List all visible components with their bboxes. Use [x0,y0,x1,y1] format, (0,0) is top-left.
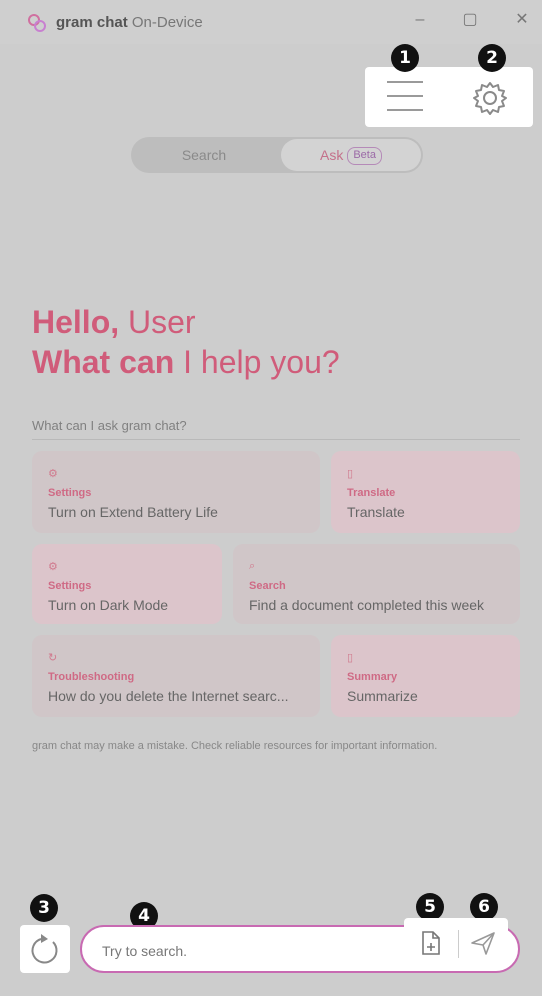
card-category: Summary [347,671,398,683]
card-text: Summarize [347,688,418,704]
document-icon: ▯ [347,652,354,664]
tab-search[interactable]: Search [131,137,277,173]
send-icon[interactable] [468,928,498,958]
card-category: Search [249,580,286,592]
card-text: Turn on Extend Battery Life [48,504,218,520]
card-category: Settings [48,487,92,499]
greeting-question: What can I help you? [32,344,340,380]
divider [32,439,520,440]
card-text: Turn on Dark Mode [48,597,169,613]
greeting-hello: Hello, User [32,304,196,340]
refresh-icon: ↻ [48,652,58,664]
minimize-icon[interactable]: – [406,8,434,32]
composer-actions [404,918,508,966]
app-logo-icon [28,14,46,32]
card-text: Find a document completed this week [249,597,485,613]
card-category: Translate [347,487,396,499]
suggestion-card[interactable]: ⌕ Search Find a document completed this … [233,544,520,624]
title-bar: gram chat On-Device – ▢ ✕ [0,0,542,44]
new-chat-button[interactable] [20,925,70,973]
hamburger-menu-icon[interactable] [387,81,423,115]
refresh-icon [31,934,58,964]
callout-badge-3: 3 [30,894,58,922]
document-icon: ▯ [347,468,354,480]
attach-file-icon[interactable] [416,928,446,958]
close-icon[interactable]: ✕ [508,8,536,32]
divider [458,930,459,958]
card-category: Settings [48,580,92,592]
suggestion-card[interactable]: ↻ Troubleshooting How do you delete the … [32,635,320,717]
suggestion-card[interactable]: ▯ Summary Summarize [331,635,520,717]
tab-ask-label: Ask [320,147,344,163]
gear-icon[interactable] [471,79,509,117]
suggestions-heading: What can I ask gram chat? [32,418,187,433]
beta-badge: Beta [347,147,382,166]
callout-badge-6: 6 [470,893,498,921]
search-input[interactable] [100,939,404,963]
mode-toggle: Search Ask Beta [131,137,423,173]
tab-ask[interactable]: Ask Beta [281,139,421,171]
suggestion-card[interactable]: ⚙ Settings Turn on Dark Mode [32,544,222,624]
gear-icon: ⚙ [48,561,58,573]
app-window: gram chat On-Device – ▢ ✕ 1 2 Search Ask… [0,0,542,996]
app-title: gram chat On-Device [56,14,203,31]
menu-settings-panel [365,67,533,127]
callout-badge-1: 1 [391,44,419,72]
card-category: Troubleshooting [48,671,135,683]
card-text: How do you delete the Internet searc... [48,688,289,704]
maximize-icon[interactable]: ▢ [456,8,484,32]
suggestion-card[interactable]: ⚙ Settings Turn on Extend Battery Life [32,451,320,533]
disclaimer-text: gram chat may make a mistake. Check reli… [32,740,438,752]
card-text: Translate [347,504,405,520]
gear-icon: ⚙ [48,468,58,480]
callout-badge-2: 2 [478,44,506,72]
callout-badge-5: 5 [416,893,444,921]
suggestion-card[interactable]: ▯ Translate Translate [331,451,520,533]
search-icon: ⌕ [249,560,256,572]
